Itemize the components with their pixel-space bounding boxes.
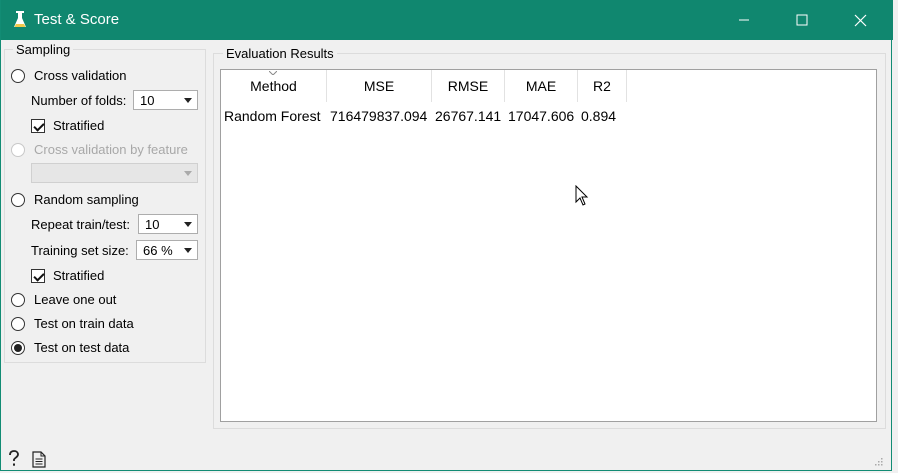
evaluation-results-title: Evaluation Results bbox=[223, 46, 337, 61]
radio-indicator bbox=[11, 340, 25, 355]
stratified-label: Stratified bbox=[53, 118, 105, 133]
help-icon[interactable] bbox=[7, 450, 21, 468]
stratified-checkbox-random[interactable]: Stratified bbox=[31, 268, 104, 283]
radio-indicator bbox=[11, 316, 25, 331]
maximize-icon bbox=[796, 14, 808, 26]
stratified-checkbox-cv[interactable]: Stratified bbox=[31, 118, 104, 133]
close-icon bbox=[854, 14, 866, 26]
radio-indicator bbox=[11, 292, 25, 307]
resize-grip-icon[interactable] bbox=[873, 456, 883, 466]
checkbox-indicator bbox=[31, 118, 45, 133]
cell-rmse: 26767.141 bbox=[435, 108, 502, 124]
minimize-button[interactable] bbox=[721, 0, 767, 40]
repeat-select[interactable]: 10 bbox=[138, 214, 198, 234]
random-sampling-radio[interactable]: Random sampling bbox=[11, 192, 139, 207]
folds-select[interactable]: 10 bbox=[133, 90, 198, 110]
test-on-train-radio[interactable]: Test on train data bbox=[11, 316, 134, 331]
training-size-label: Training set size: bbox=[31, 243, 129, 258]
training-size-value: 66 % bbox=[143, 242, 173, 258]
column-header-label: Method bbox=[250, 78, 297, 94]
column-header-mae[interactable]: MAE bbox=[505, 70, 578, 102]
training-size-select[interactable]: 66 % bbox=[136, 240, 198, 260]
chevron-down-icon bbox=[184, 248, 192, 253]
radio-indicator bbox=[11, 192, 25, 207]
column-header-mse[interactable]: MSE bbox=[327, 70, 432, 102]
cell-mse: 716479837.094 bbox=[330, 108, 428, 124]
column-header-label: R2 bbox=[593, 78, 611, 94]
cross-validation-label: Cross validation bbox=[34, 68, 127, 83]
sampling-group-title: Sampling bbox=[13, 42, 74, 57]
sort-indicator-icon bbox=[269, 71, 277, 75]
minimize-icon bbox=[739, 19, 749, 21]
column-header-method[interactable]: Method bbox=[221, 70, 327, 102]
test-on-train-label: Test on train data bbox=[34, 316, 134, 331]
radio-indicator bbox=[11, 142, 25, 157]
cell-r2: 0.894 bbox=[581, 108, 617, 124]
folds-label: Number of folds: bbox=[31, 93, 127, 108]
cell-method: Random Forest bbox=[224, 108, 321, 124]
chevron-down-icon bbox=[184, 98, 192, 103]
chevron-down-icon bbox=[184, 171, 192, 176]
results-table[interactable]: Method MSE RMSE MAE R2 Random Forest 716… bbox=[220, 69, 877, 422]
checkbox-indicator bbox=[31, 268, 45, 283]
test-and-score-window: Test & Score Sampling Cross validation N… bbox=[0, 0, 893, 471]
test-on-test-radio[interactable]: Test on test data bbox=[11, 340, 129, 355]
column-header-rmse[interactable]: RMSE bbox=[432, 70, 505, 102]
maximize-button[interactable] bbox=[779, 0, 825, 40]
title-bar[interactable]: Test & Score bbox=[1, 0, 893, 40]
column-header-label: RMSE bbox=[447, 78, 489, 94]
cv-by-feature-label: Cross validation by feature bbox=[34, 142, 188, 157]
chevron-down-icon bbox=[184, 222, 192, 227]
cv-by-feature-radio[interactable]: Cross validation by feature bbox=[11, 142, 188, 157]
column-header-label: MSE bbox=[363, 78, 395, 94]
leave-one-out-radio[interactable]: Leave one out bbox=[11, 292, 116, 307]
report-icon[interactable] bbox=[32, 451, 46, 468]
folds-value: 10 bbox=[140, 92, 155, 108]
cell-mae: 17047.606 bbox=[508, 108, 575, 124]
column-header-r2[interactable]: R2 bbox=[578, 70, 627, 102]
stratified-label: Stratified bbox=[53, 268, 105, 283]
repeat-value: 10 bbox=[145, 216, 160, 232]
repeat-label: Repeat train/test: bbox=[31, 217, 130, 232]
column-header-label: MAE bbox=[525, 78, 557, 94]
leave-one-out-label: Leave one out bbox=[34, 292, 117, 307]
test-on-test-label: Test on test data bbox=[34, 340, 130, 355]
cross-validation-radio[interactable]: Cross validation bbox=[11, 68, 127, 83]
flask-icon bbox=[14, 11, 26, 27]
close-button[interactable] bbox=[837, 0, 883, 40]
window-title: Test & Score bbox=[34, 11, 120, 28]
feature-select[interactable] bbox=[31, 163, 198, 183]
random-sampling-label: Random sampling bbox=[34, 192, 139, 207]
radio-indicator bbox=[11, 68, 25, 83]
mouse-pointer-icon bbox=[575, 185, 589, 206]
